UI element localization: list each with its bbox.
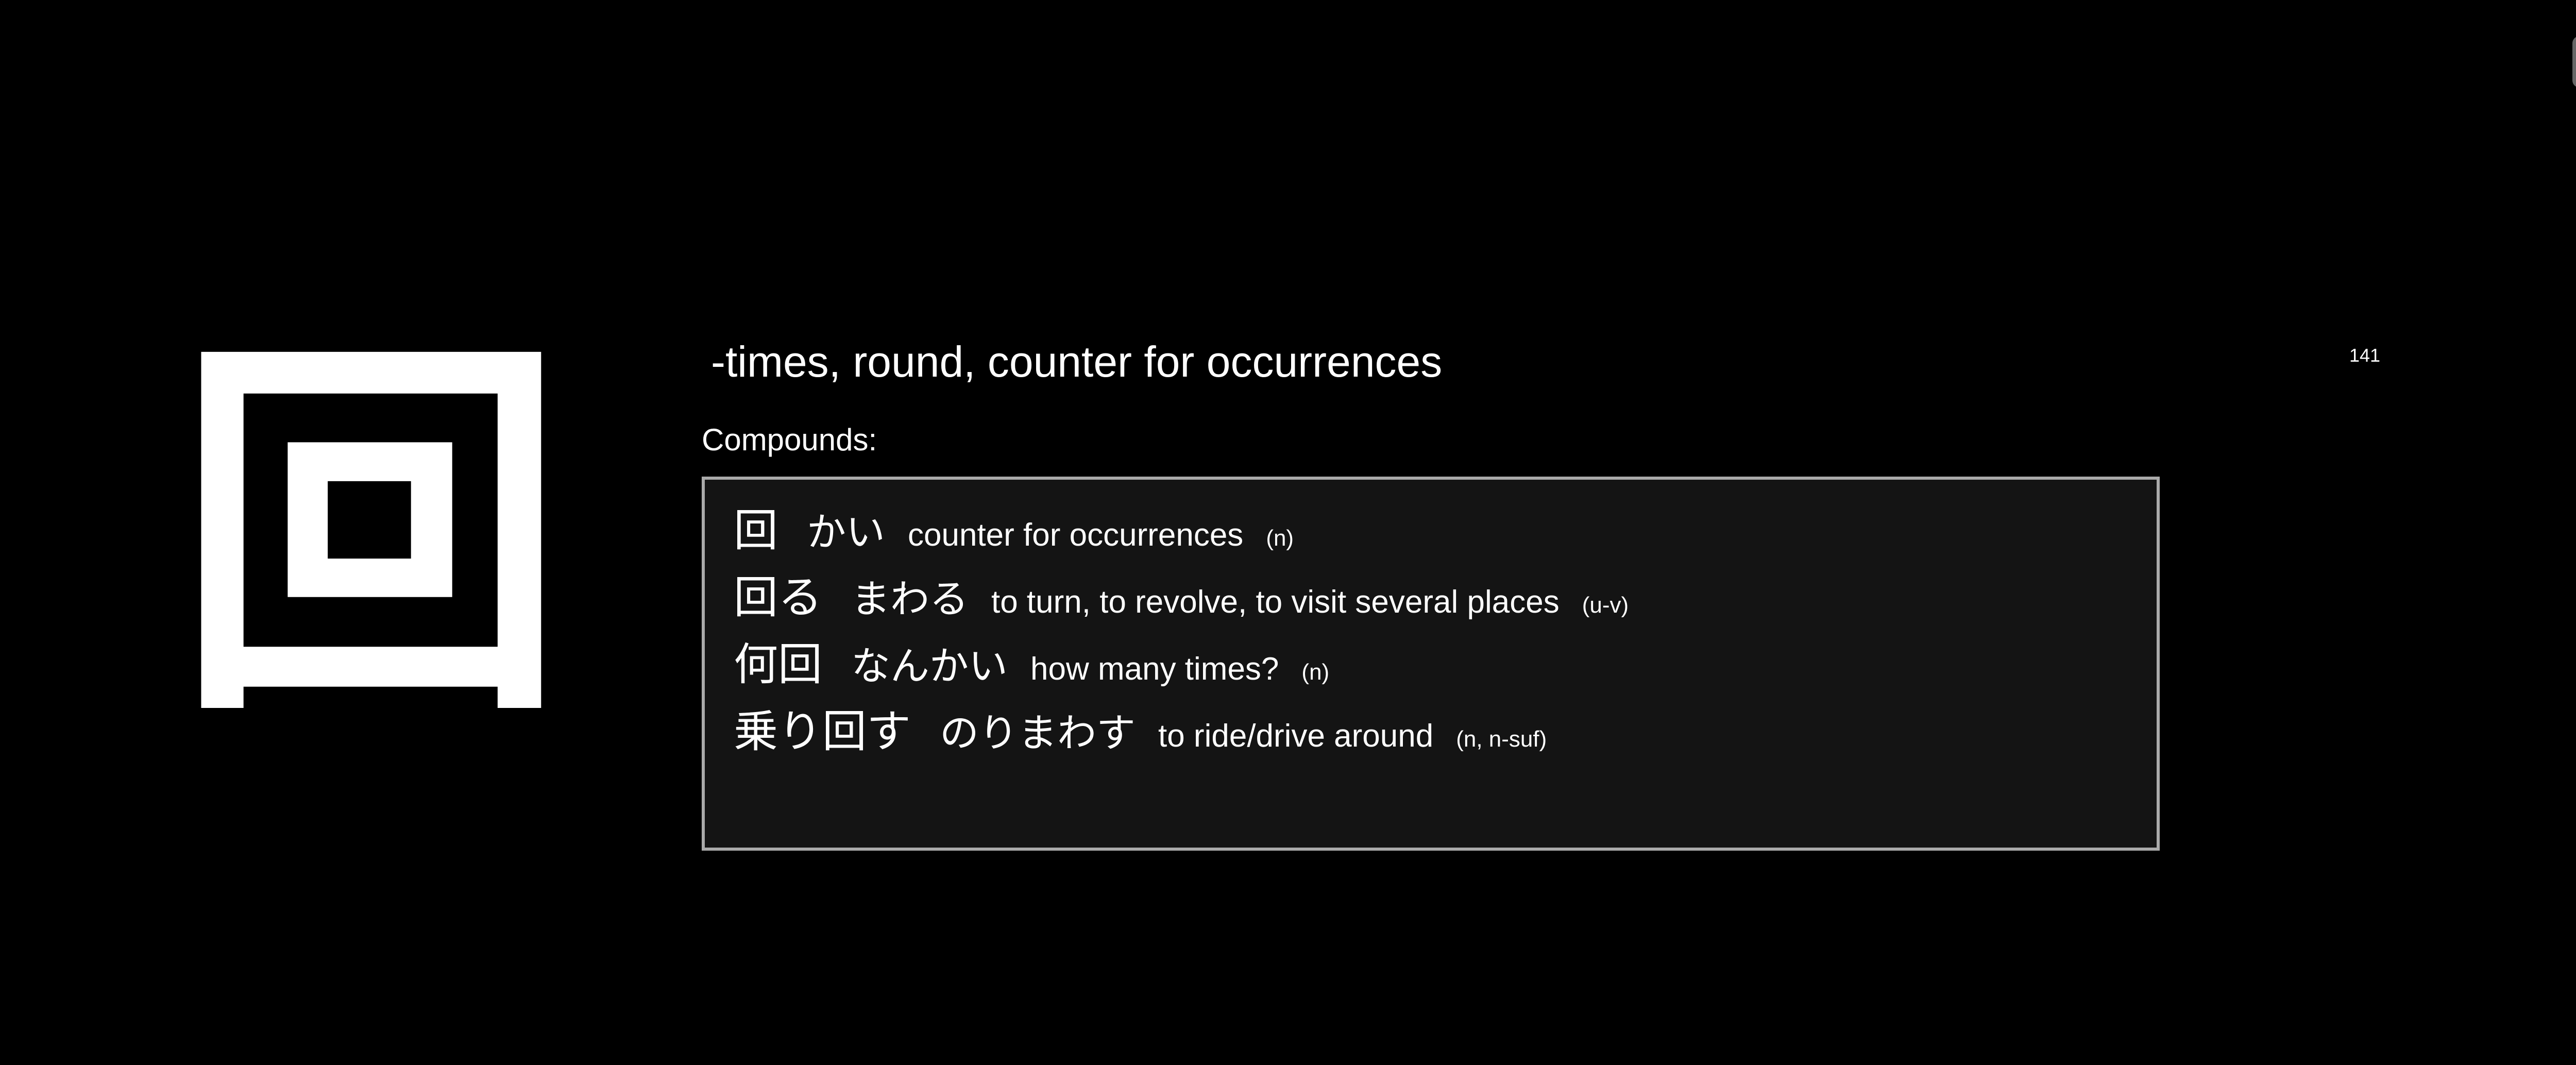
compound-reading: のりまわす [940,710,1136,756]
compound-gloss: to ride/drive around [1158,718,1434,754]
list-item: 回 かい counter for occurrences (n) [734,494,2128,561]
compound-pos: (u-v) [1582,593,1629,618]
scrollbar-handle[interactable] [2572,36,2576,88]
compound-word: 何回 [734,639,822,690]
compound-word: 回る [734,572,822,623]
compound-gloss: counter for occurrences [908,517,1244,553]
list-item: 回る まわる to turn, to revolve, to visit sev… [734,561,2128,628]
compound-reading: まわる [851,576,969,622]
compound-pos: (n) [1301,660,1330,685]
compound-pos: (n, n-suf) [1456,726,1547,752]
main-kanji: 回 [175,308,567,764]
compounds-list: 回 かい counter for occurrences (n) 回る まわる … [702,477,2160,851]
list-item: 何回 なんかい how many times? (n) [734,628,2128,695]
compound-word: 回 [734,505,778,556]
flashcard-page: 回 -times, round, counter for occurrences… [0,0,2576,1065]
compound-pos: (n) [1266,526,1294,551]
card-number: 141 [2349,345,2381,366]
kanji-meaning: -times, round, counter for occurrences [711,337,1443,386]
list-item: 乗り回す のりまわす to ride/drive around (n, n-su… [734,695,2128,762]
compound-reading: なんかい [851,643,1008,689]
compounds-label: Compounds: [702,422,877,457]
compound-gloss: how many times? [1030,651,1279,687]
compound-reading: かい [807,509,885,555]
compound-gloss: to turn, to revolve, to visit several pl… [991,584,1560,620]
compound-word: 乗り回す [734,706,911,757]
